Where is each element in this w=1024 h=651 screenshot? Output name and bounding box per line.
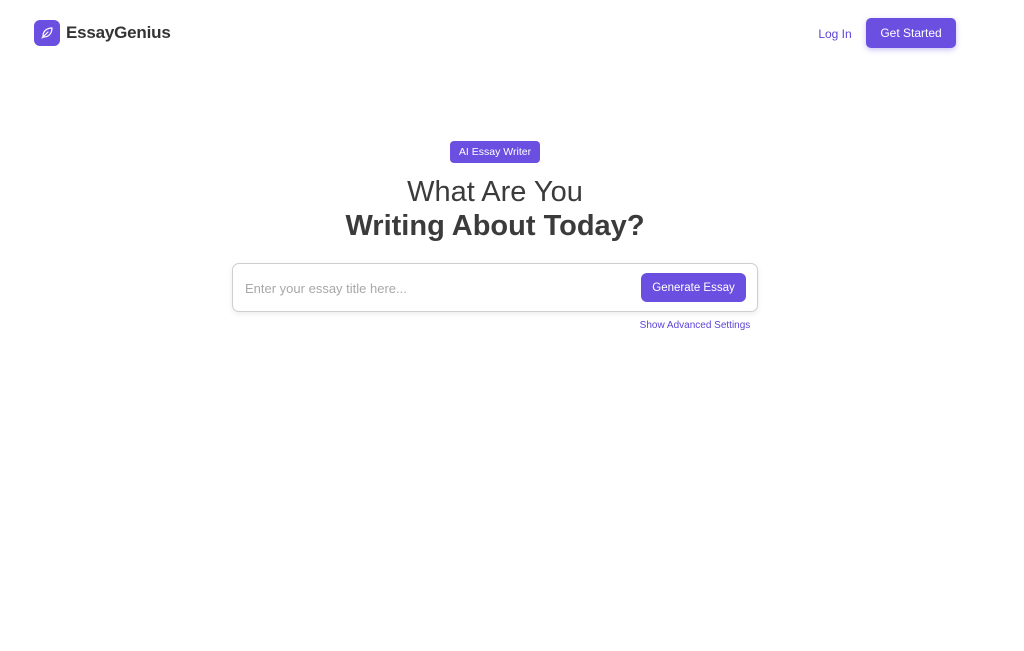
essay-title-form: Generate Essay (232, 263, 758, 312)
hero-title-line2: Writing About Today? (345, 210, 645, 242)
top-navigation: EssayGenius Log In Get Started (0, 0, 1024, 66)
brand-logo (34, 20, 60, 46)
hero-badge: AI Essay Writer (450, 141, 540, 163)
login-link[interactable]: Log In (812, 25, 858, 43)
brand-name: EssayGenius (66, 23, 171, 42)
hero-title-line1: What Are You (407, 176, 583, 208)
generate-essay-button[interactable]: Generate Essay (641, 273, 746, 302)
brand[interactable]: EssayGenius (34, 20, 171, 46)
essay-title-input[interactable] (245, 276, 625, 300)
feather-icon (41, 27, 53, 39)
show-advanced-settings-link[interactable]: Show Advanced Settings (638, 319, 752, 333)
get-started-button[interactable]: Get Started (866, 18, 956, 48)
